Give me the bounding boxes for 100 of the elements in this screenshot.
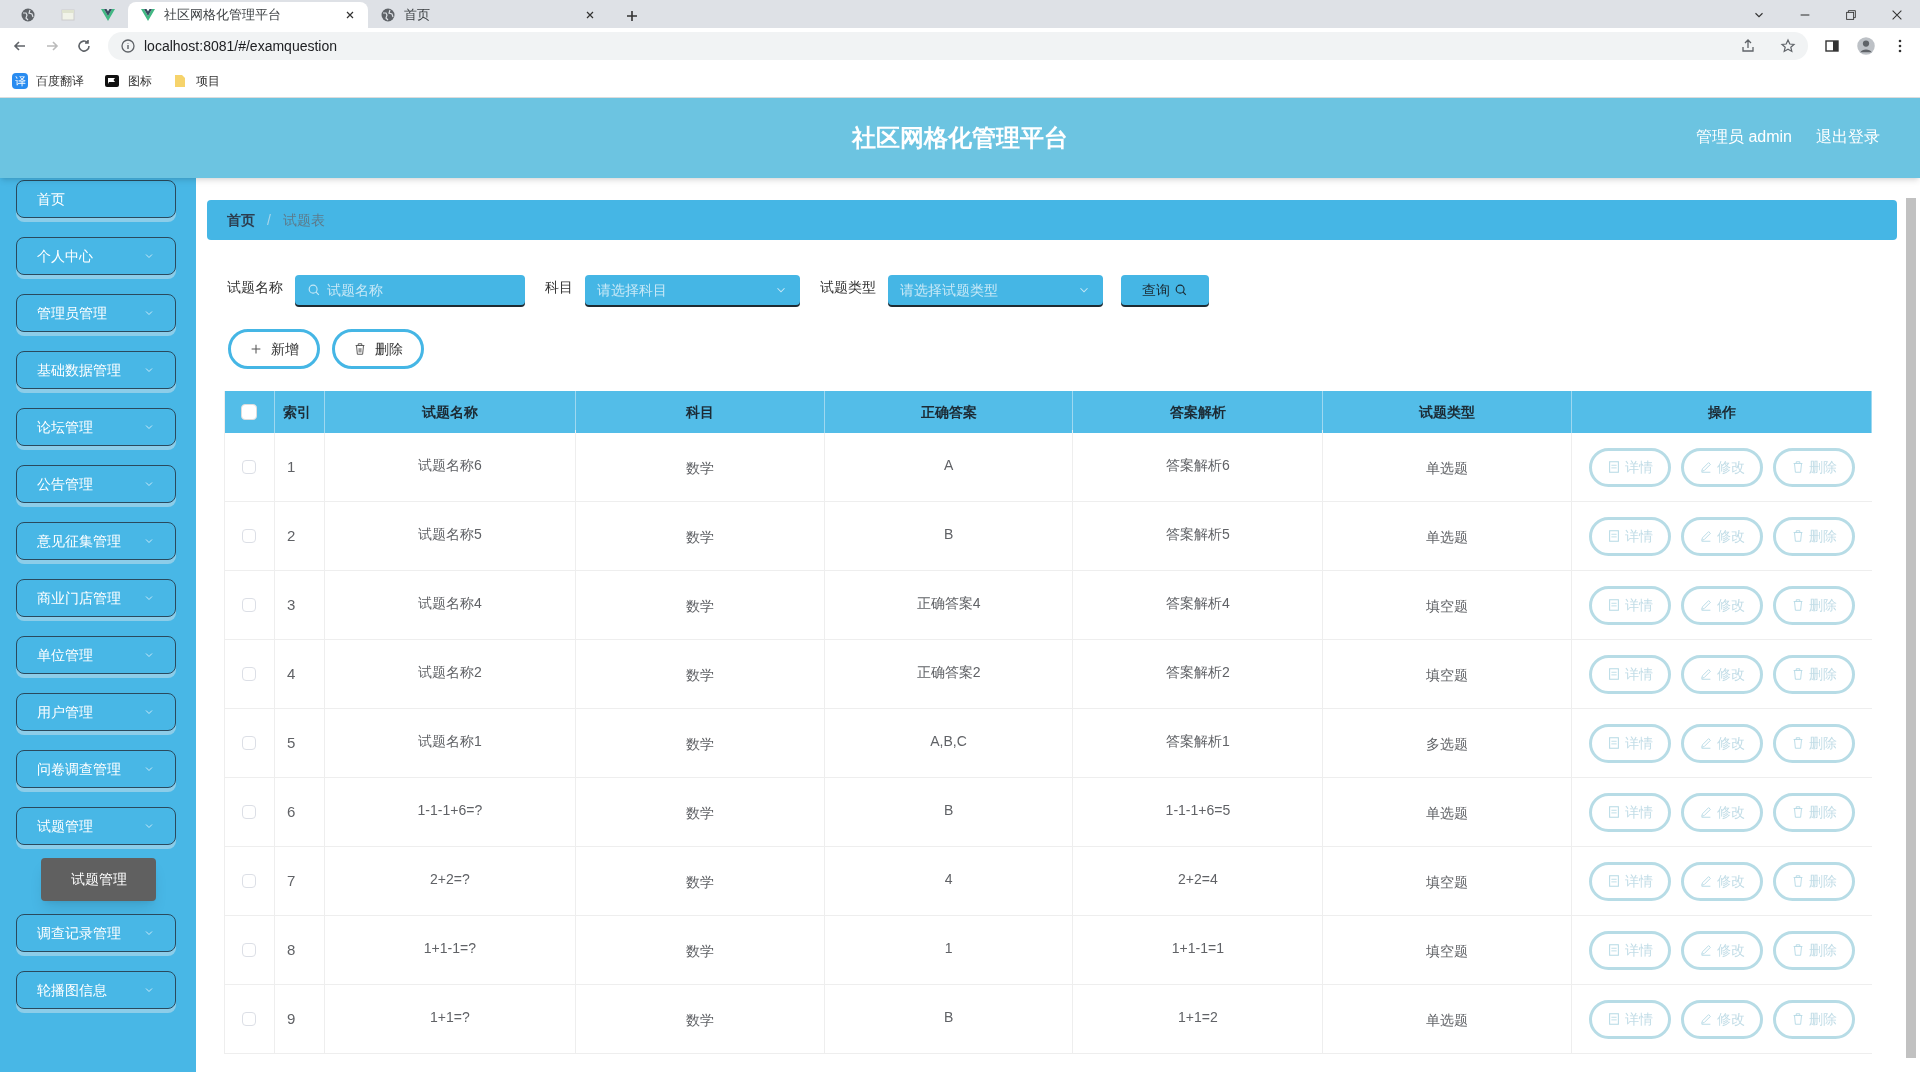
details-button[interactable]: 详情 <box>1589 585 1672 625</box>
table-cell: 单选题 <box>1323 433 1573 501</box>
details-button[interactable]: 详情 <box>1589 516 1672 556</box>
table-cell: 试题名称1 <box>324 706 576 777</box>
delete-button[interactable]: 删除 <box>1773 447 1856 487</box>
table-cell: 1 <box>824 913 1074 984</box>
trash-icon <box>353 342 367 356</box>
select-dropdown[interactable]: 请选择试题类型 <box>888 275 1103 305</box>
details-button[interactable]: 详情 <box>1589 930 1672 970</box>
edit-button[interactable]: 修改 <box>1681 585 1764 625</box>
details-button[interactable]: 详情 <box>1589 999 1672 1039</box>
details-button[interactable]: 详情 <box>1589 654 1672 694</box>
query-button[interactable]: 查询 <box>1121 275 1209 305</box>
document-icon <box>1607 598 1622 612</box>
add-button[interactable]: 新增 <box>228 329 320 369</box>
row-checkbox[interactable] <box>242 667 257 681</box>
table-cell: 数学 <box>575 709 825 777</box>
row-checkbox[interactable] <box>242 460 257 474</box>
restore-icon <box>1844 8 1858 22</box>
row-checkbox[interactable] <box>242 529 257 543</box>
table-cell: 答案解析6 <box>1073 430 1324 501</box>
delete-button[interactable]: 删除 <box>1773 585 1856 625</box>
table-cell: 填空题 <box>1323 640 1573 708</box>
info-icon <box>120 38 136 54</box>
delete-button[interactable]: 删除 <box>1773 792 1856 832</box>
row-checkbox[interactable] <box>242 874 257 888</box>
table-cell: 正确答案4 <box>824 568 1074 639</box>
browser-tab[interactable]: 社区网格化管理平台 <box>128 2 368 28</box>
bookmark[interactable]: 项目 <box>172 71 220 90</box>
table-cell: 1+1=? <box>324 982 576 1053</box>
table-cell: 单选题 <box>1323 985 1573 1053</box>
delete-button[interactable]: 删除 <box>1773 861 1856 901</box>
row-checkbox[interactable] <box>242 736 257 750</box>
edit-button[interactable]: 修改 <box>1681 792 1764 832</box>
table-cell: 数学 <box>575 640 825 708</box>
address-bar[interactable]: localhost:8081/#/examquestion <box>108 32 1808 60</box>
scrollbar[interactable] <box>1906 198 1916 1058</box>
globe-icon <box>380 7 396 23</box>
edit-button[interactable]: 修改 <box>1681 654 1764 694</box>
table-cell: B <box>824 982 1074 1053</box>
row-checkbox[interactable] <box>242 943 257 957</box>
share-icon <box>1740 38 1756 54</box>
bookmark[interactable]: 图标 <box>104 71 152 90</box>
star-icon <box>1780 38 1796 54</box>
delete-button[interactable]: 删除 <box>1773 516 1856 556</box>
pencil-icon <box>1699 667 1714 681</box>
pencil-icon <box>1699 460 1714 474</box>
edit-button[interactable]: 修改 <box>1681 516 1764 556</box>
delete-button[interactable]: 删除 <box>1773 723 1856 763</box>
folder-icon <box>172 72 188 89</box>
table-cell: 数学 <box>575 571 825 639</box>
edit-button[interactable]: 修改 <box>1681 447 1764 487</box>
delete-button[interactable]: 删除 <box>1773 654 1856 694</box>
row-checkbox[interactable] <box>242 1012 257 1026</box>
column-header: 科目 <box>575 391 825 433</box>
document-icon <box>1607 736 1622 750</box>
document-icon <box>1607 943 1622 957</box>
pencil-icon <box>1699 805 1714 819</box>
document-icon <box>1607 1012 1622 1026</box>
app-title: 社区网格化管理平台 <box>852 123 1068 153</box>
table-cell: 9 <box>274 985 325 1053</box>
details-button[interactable]: 详情 <box>1589 792 1672 832</box>
logout-link[interactable]: 退出登录 <box>1816 125 1880 149</box>
document-icon <box>1607 667 1622 681</box>
breadcrumb-item[interactable]: 首页 <box>227 209 255 231</box>
edit-button[interactable]: 修改 <box>1681 930 1764 970</box>
row-checkbox[interactable] <box>242 805 257 819</box>
flag-icon <box>104 72 120 89</box>
table-cell: 试题名称4 <box>324 568 576 639</box>
plus-icon <box>624 8 640 24</box>
table-cell: 答案解析5 <box>1073 499 1324 570</box>
document-icon <box>1607 805 1622 819</box>
details-button[interactable]: 详情 <box>1589 723 1672 763</box>
select-dropdown[interactable]: 请选择科目 <box>585 275 800 305</box>
table-cell: 填空题 <box>1323 847 1573 915</box>
edit-button[interactable]: 修改 <box>1681 723 1764 763</box>
details-button[interactable]: 详情 <box>1589 861 1672 901</box>
plus-icon <box>249 342 263 356</box>
v-logo-icon <box>100 7 116 23</box>
select-all-checkbox[interactable] <box>241 404 258 420</box>
breadcrumb-separator: / <box>267 210 271 230</box>
table-cell: 数学 <box>575 985 825 1053</box>
search-field[interactable]: 试题名称 <box>295 275 525 305</box>
table-cell: 多选题 <box>1323 709 1573 777</box>
bookmark[interactable]: 译 百度翻译 <box>12 71 84 90</box>
table-cell: 数学 <box>575 847 825 915</box>
details-button[interactable]: 详情 <box>1589 447 1672 487</box>
delete-button[interactable]: 删除 <box>1773 930 1856 970</box>
delete-button[interactable]: 删除 <box>332 329 424 369</box>
table-cell: 2 <box>274 502 325 570</box>
table-cell: 填空题 <box>1323 571 1573 639</box>
breadcrumb-item: 试题表 <box>282 210 325 230</box>
table-cell: 单选题 <box>1323 778 1573 846</box>
profile-avatar-icon <box>1856 36 1876 56</box>
row-checkbox[interactable] <box>242 598 257 612</box>
column-header: 正确答案 <box>824 391 1074 433</box>
table-cell: 1 <box>274 433 325 501</box>
edit-button[interactable]: 修改 <box>1681 999 1764 1039</box>
edit-button[interactable]: 修改 <box>1681 861 1764 901</box>
delete-button[interactable]: 删除 <box>1773 999 1856 1039</box>
